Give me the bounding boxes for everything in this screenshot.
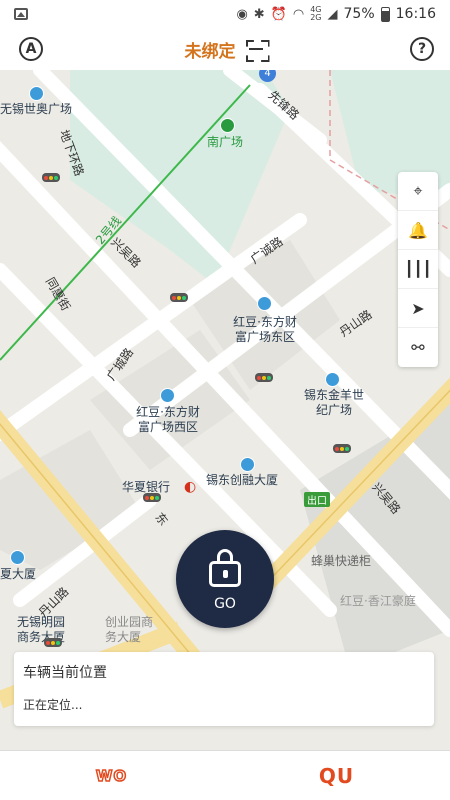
vehicle-location-card[interactable]: 车辆当前位置 正在定位... bbox=[14, 652, 434, 726]
go-unlock-button[interactable]: GO bbox=[176, 530, 274, 628]
battery-icon bbox=[380, 6, 390, 22]
location-icon: ◉ bbox=[236, 6, 248, 22]
poi-label[interactable]: 蜂巢快递柜 bbox=[311, 554, 371, 569]
stats-button[interactable]: ┃┃┃ bbox=[398, 250, 438, 289]
map-canvas bbox=[0, 70, 450, 709]
lock-icon bbox=[209, 548, 241, 587]
poi-label[interactable]: 锡东金羊世纪广场 bbox=[304, 388, 364, 418]
go-label: GO bbox=[214, 595, 236, 612]
map-view[interactable]: 4 先锋路 地下环路 兴吴路 广诚路 同惠街 广城路 丹山路 东 丹山路 兴吴路… bbox=[0, 70, 450, 750]
vehicle-button[interactable]: ⚯ bbox=[398, 328, 438, 367]
poi-label[interactable]: 锡东创融大厦 bbox=[206, 473, 278, 488]
locate-icon: ⌖ bbox=[413, 181, 423, 200]
bluetooth-icon: ✱ bbox=[253, 6, 265, 22]
card-title: 车辆当前位置 bbox=[23, 665, 107, 681]
bell-icon: 🔔 bbox=[408, 220, 428, 240]
page-title: 未绑定 bbox=[184, 41, 236, 62]
poi-label[interactable]: 无锡世奥广场 bbox=[0, 102, 72, 117]
poi-icon bbox=[240, 457, 255, 472]
poi-label[interactable]: 南广场 bbox=[207, 135, 243, 150]
poi-label[interactable]: 红豆·香江豪庭 bbox=[340, 594, 416, 609]
title-group: 未绑定 bbox=[185, 37, 266, 62]
poi-label[interactable]: 创业园商务大厦 bbox=[105, 615, 163, 645]
poi-icon bbox=[257, 296, 272, 311]
bottom-tab-bar: WO QU bbox=[0, 750, 450, 800]
chart-icon: ┃┃┃ bbox=[404, 260, 432, 278]
poi-icon bbox=[160, 388, 175, 403]
park-icon bbox=[220, 118, 235, 133]
scan-icon[interactable] bbox=[246, 40, 266, 58]
traffic-light-icon bbox=[143, 493, 161, 502]
navigate-button[interactable]: ➤ bbox=[398, 289, 438, 328]
bank-logo-icon: ◐ bbox=[184, 479, 197, 495]
motorbike-icon: ⚯ bbox=[411, 338, 425, 357]
location-status: 正在定位... bbox=[23, 698, 83, 712]
poi-label[interactable]: 红豆·东方财富广场西区 bbox=[131, 405, 205, 435]
status-bar: ◉ ✱ ⏰ ◠ 4G 2G ◢ 75% 16:16 bbox=[0, 0, 450, 28]
gallery-icon bbox=[14, 8, 28, 20]
traffic-light-icon bbox=[44, 638, 62, 647]
clock: 16:16 bbox=[395, 6, 436, 22]
auto-mode-button[interactable]: A bbox=[19, 37, 43, 61]
signal-icon: ◢ bbox=[327, 6, 338, 22]
help-button[interactable]: ? bbox=[410, 37, 434, 61]
poi-label[interactable]: 夏大厦 bbox=[0, 567, 36, 582]
network-type: 4G 2G bbox=[310, 5, 322, 22]
locate-button[interactable]: ⌖ bbox=[398, 172, 438, 211]
wifi-icon: ◠ bbox=[292, 6, 305, 22]
battery-percent: 75% bbox=[343, 6, 375, 22]
poi-label[interactable]: 红豆·东方财富广场东区 bbox=[228, 315, 302, 345]
tab-wo[interactable]: WO bbox=[95, 766, 127, 786]
exit-badge: 出口 bbox=[304, 492, 330, 507]
navigate-icon: ➤ bbox=[411, 298, 425, 318]
traffic-light-icon bbox=[170, 293, 188, 302]
traffic-light-icon bbox=[42, 173, 60, 182]
app-header: A 未绑定 ? bbox=[0, 28, 450, 70]
alarm-icon: ⏰ bbox=[270, 6, 287, 22]
poi-icon bbox=[325, 372, 340, 387]
poi-icon bbox=[29, 86, 44, 101]
tab-qu[interactable]: QU bbox=[319, 764, 354, 788]
traffic-light-icon bbox=[255, 373, 273, 382]
traffic-light-icon bbox=[333, 444, 351, 453]
map-tools-panel: ⌖ 🔔 ┃┃┃ ➤ ⚯ bbox=[398, 172, 438, 367]
poi-icon bbox=[10, 550, 25, 565]
notification-button[interactable]: 🔔 bbox=[398, 211, 438, 250]
